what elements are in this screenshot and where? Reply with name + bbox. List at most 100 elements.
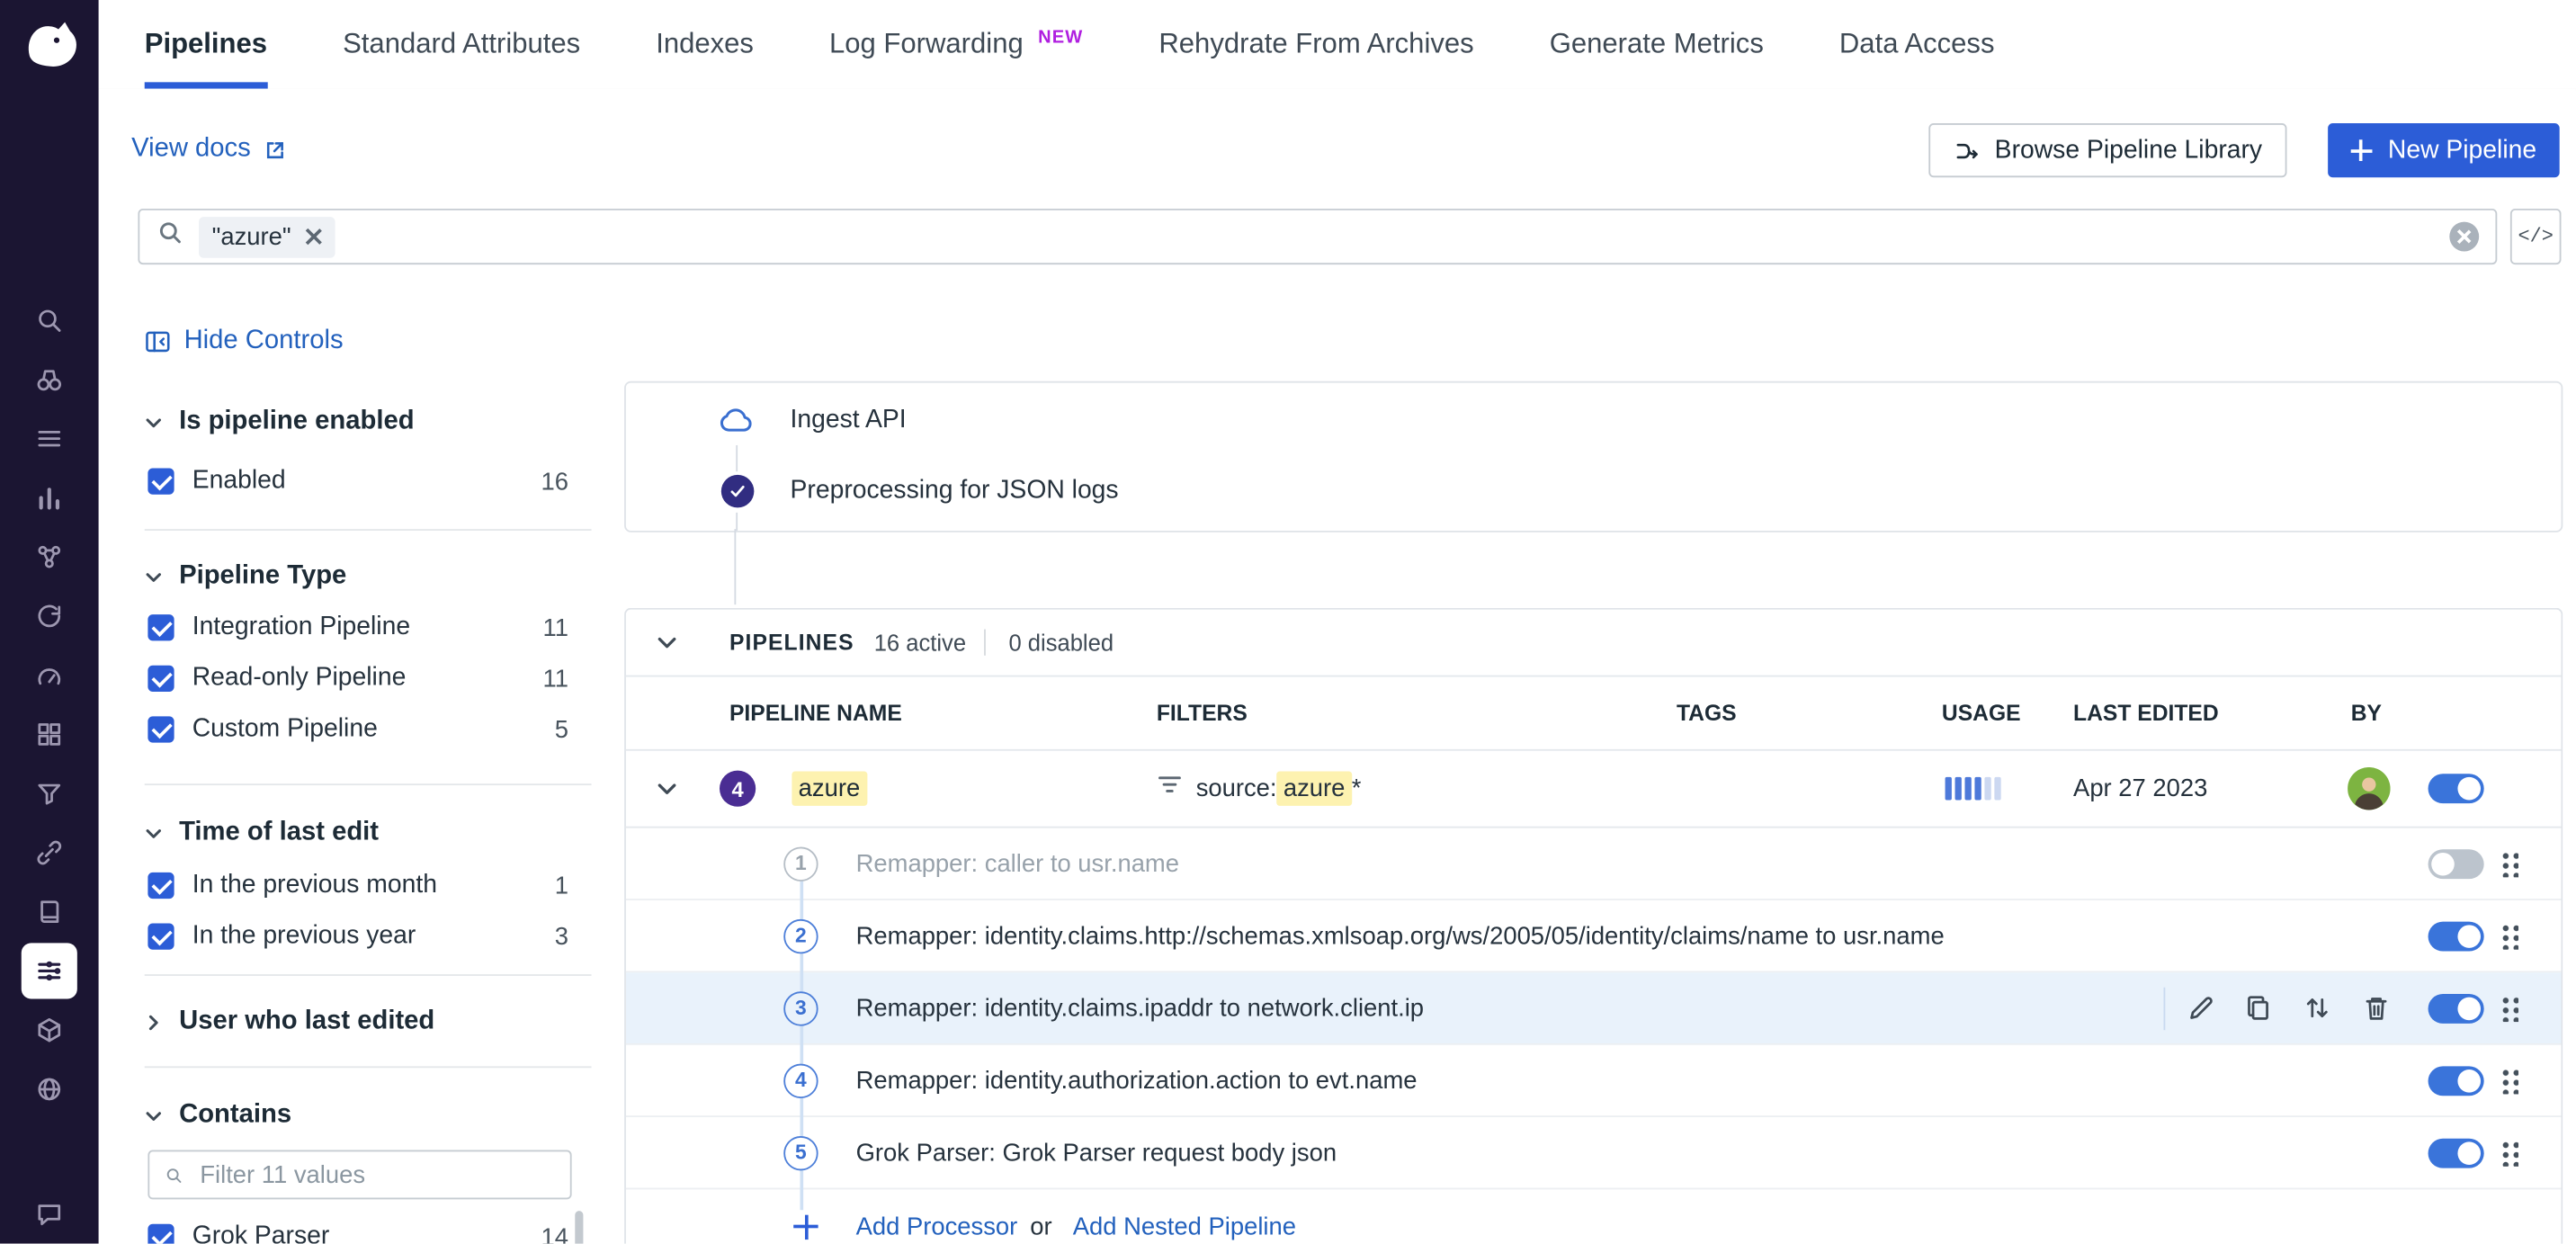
package-icon[interactable] (34, 1016, 64, 1045)
facet-row-integration-pipeline: Integration Pipeline 11 (145, 613, 592, 642)
copy-processor-icon[interactable] (2242, 993, 2272, 1023)
facet-row-previous-year: In the previous year 3 (145, 922, 592, 952)
pipeline-search-input[interactable]: "azure" (138, 209, 2497, 264)
processor-enabled-toggle[interactable] (2428, 1065, 2484, 1095)
flow-connector (736, 513, 738, 531)
tab-standard-attributes[interactable]: Standard Attributes (305, 0, 618, 89)
pipeline-row-azure[interactable]: 4 azure source:azure* Apr 27 2023 (626, 751, 2562, 828)
charts-icon[interactable] (34, 483, 64, 513)
pipeline-enabled-toggle[interactable] (2428, 774, 2484, 803)
checkbox-checked[interactable] (148, 666, 174, 692)
facet-count: 16 (541, 468, 568, 496)
tab-data-access[interactable]: Data Access (1802, 0, 2033, 89)
tab-rehydrate-from-archives[interactable]: Rehydrate From Archives (1121, 0, 1511, 89)
facet-count: 11 (543, 613, 568, 641)
integrations-grid-icon[interactable] (34, 720, 64, 749)
process-map-icon[interactable] (34, 542, 64, 572)
edit-processor-icon[interactable] (2185, 993, 2214, 1023)
checkbox-checked[interactable] (148, 716, 174, 742)
chip-remove-icon[interactable] (306, 228, 322, 245)
new-pipeline-label: New Pipeline (2388, 136, 2536, 166)
facet-panel: Hide Controls Is pipeline enabled Enable… (145, 316, 592, 1244)
raw-query-toggle-button[interactable]: </> (2510, 209, 2562, 264)
binoculars-icon[interactable] (34, 364, 64, 394)
logbook-icon[interactable] (34, 897, 64, 926)
processor-row-5[interactable]: 5 Grok Parser: Grok Parser request body … (626, 1117, 2562, 1189)
delete-processor-icon[interactable] (2361, 993, 2391, 1023)
observability-pipelines-icon[interactable] (22, 943, 77, 998)
browse-pipeline-library-button[interactable]: Browse Pipeline Library (1929, 123, 2287, 177)
tab-indexes[interactable]: Indexes (618, 0, 792, 89)
column-by: BY (2351, 701, 2382, 725)
code-icon: </> (2518, 225, 2553, 248)
tab-log-forwarding[interactable]: Log Forwarding NEW (792, 0, 1121, 89)
tab-generate-metrics[interactable]: Generate Metrics (1512, 0, 1802, 89)
processor-number: 3 (783, 990, 818, 1025)
collapse-section-chevron-icon[interactable] (656, 631, 679, 654)
facet-section-time-of-last-edit[interactable]: Time of last edit (145, 817, 592, 850)
tab-pipelines[interactable]: Pipelines (107, 0, 305, 89)
processor-enabled-toggle[interactable] (2428, 993, 2484, 1023)
search-query-chip[interactable]: "azure" (199, 216, 335, 257)
checkbox-checked[interactable] (148, 614, 174, 640)
processor-row-3[interactable]: 3 Remapper: identity.claims.ipaddr to ne… (626, 972, 2562, 1044)
drag-handle-icon[interactable] (2500, 1140, 2518, 1166)
search-icon[interactable] (34, 306, 64, 336)
watchdog-refresh-icon[interactable] (34, 601, 64, 631)
support-chat-icon[interactable] (34, 1199, 64, 1229)
links-icon[interactable] (34, 838, 64, 868)
funnel-icon[interactable] (34, 779, 64, 809)
notebook-list-icon[interactable] (34, 424, 64, 453)
checkbox-checked[interactable] (148, 873, 174, 899)
drag-handle-icon[interactable] (2500, 995, 2518, 1021)
table-column-headers: PIPELINE NAME FILTERS TAGS USAGE LAST ED… (626, 677, 2562, 751)
processor-label: Grok Parser: Grok Parser request body js… (856, 1139, 1337, 1167)
plus-icon[interactable] (789, 1209, 823, 1243)
log-config-tabs: Pipelines Standard Attributes Indexes Lo… (99, 0, 2576, 90)
checkbox-checked[interactable] (148, 923, 174, 949)
checkbox-checked[interactable] (148, 1224, 174, 1244)
pipelines-table: PIPELINES 16 active 0 disabled PIPELINE … (624, 608, 2563, 1244)
processor-row-1[interactable]: 1 Remapper: caller to usr.name (626, 828, 2562, 900)
checkbox-checked[interactable] (148, 469, 174, 495)
add-processor-link[interactable]: Add Processor (856, 1213, 1018, 1240)
datadog-logo-icon[interactable] (16, 12, 82, 77)
hide-controls-link[interactable]: Hide Controls (145, 326, 592, 359)
processor-enabled-toggle[interactable] (2428, 921, 2484, 951)
facet-label: In the previous month (192, 871, 437, 900)
view-docs-link[interactable]: View docs (131, 135, 287, 165)
facet-section-contains[interactable]: Contains (145, 1099, 592, 1132)
column-last-edited: LAST EDITED (2073, 701, 2219, 725)
add-nested-pipeline-link[interactable]: Add Nested Pipeline (1073, 1213, 1296, 1240)
processor-row-4[interactable]: 4 Remapper: identity.authorization.actio… (626, 1045, 2562, 1117)
reorder-processor-icon[interactable] (2302, 993, 2331, 1023)
app-sidebar (0, 0, 99, 1244)
facet-section-user-who-last-edited[interactable]: User who last edited (145, 1006, 592, 1039)
facet-section-pipeline-type[interactable]: Pipeline Type (145, 560, 592, 594)
facet-filter-input[interactable] (148, 1150, 571, 1200)
drag-handle-icon[interactable] (2500, 850, 2518, 876)
facet-label: In the previous year (192, 922, 416, 952)
new-pipeline-button[interactable]: New Pipeline (2327, 123, 2559, 177)
clear-search-button[interactable] (2449, 222, 2479, 252)
pipelines-title: PIPELINES (729, 630, 854, 654)
globe-icon[interactable] (34, 1075, 64, 1105)
facet-label: Grok Parser (192, 1222, 330, 1244)
facet-panel-scrollbar[interactable] (575, 1211, 583, 1244)
disabled-count: 0 disabled (1008, 630, 1114, 656)
facet-section-title: Pipeline Type (179, 562, 346, 592)
processor-enabled-toggle[interactable] (2428, 1138, 2484, 1168)
check-circle-icon (721, 475, 755, 508)
facet-section-is-pipeline-enabled[interactable]: Is pipeline enabled (145, 406, 592, 439)
pipeline-name-link[interactable]: azure (792, 774, 866, 802)
facet-label: Custom Pipeline (192, 715, 378, 745)
sidebar-nav (0, 306, 99, 1105)
drag-handle-icon[interactable] (2500, 923, 2518, 949)
facet-row-readonly-pipeline: Read-only Pipeline 11 (145, 664, 592, 694)
gauge-icon[interactable] (34, 660, 64, 690)
processor-row-2[interactable]: 2 Remapper: identity.claims.http://schem… (626, 900, 2562, 972)
drag-handle-icon[interactable] (2500, 1067, 2518, 1093)
processor-enabled-toggle[interactable] (2428, 848, 2484, 878)
facet-filter-field[interactable] (197, 1159, 556, 1191)
expand-pipeline-chevron-icon[interactable] (656, 777, 679, 801)
